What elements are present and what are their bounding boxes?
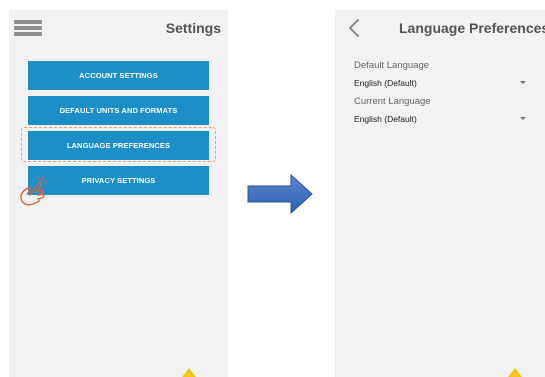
language-topbar: Language Preferences xyxy=(335,10,545,46)
current-language-label: Current Language xyxy=(354,96,431,107)
settings-topbar: Settings xyxy=(9,10,228,46)
warning-triangle-icon xyxy=(182,368,196,377)
warning-triangle-icon xyxy=(508,368,522,377)
page-title: Language Preferences xyxy=(399,20,545,36)
language-preferences-screen: Language Preferences Default Language En… xyxy=(335,10,545,377)
tap-hand-icon xyxy=(20,176,49,206)
privacy-settings-button[interactable]: PRIVACY SETTINGS xyxy=(28,166,209,195)
tutorial-stage: Settings ACCOUNT SETTINGS DEFAULT UNITS … xyxy=(0,0,545,377)
account-settings-button[interactable]: ACCOUNT SETTINGS xyxy=(28,61,209,90)
default-language-value: English (Default) xyxy=(354,78,417,88)
hamburger-menu-icon[interactable] xyxy=(14,20,42,36)
chevron-left-icon[interactable] xyxy=(347,18,361,38)
dropdown-caret-icon xyxy=(520,117,526,120)
default-language-select[interactable]: English (Default) xyxy=(354,76,526,90)
settings-screen: Settings ACCOUNT SETTINGS DEFAULT UNITS … xyxy=(9,10,228,377)
dropdown-caret-icon xyxy=(520,81,526,84)
page-title: Settings xyxy=(165,20,221,36)
current-language-select[interactable]: English (Default) xyxy=(354,112,526,126)
default-units-formats-button[interactable]: DEFAULT UNITS AND FORMATS xyxy=(28,96,209,125)
language-preferences-button[interactable]: LANGUAGE PREFERENCES xyxy=(28,131,209,160)
default-language-label: Default Language xyxy=(354,60,430,71)
current-language-value: English (Default) xyxy=(354,114,417,124)
right-arrow-icon xyxy=(247,173,313,215)
